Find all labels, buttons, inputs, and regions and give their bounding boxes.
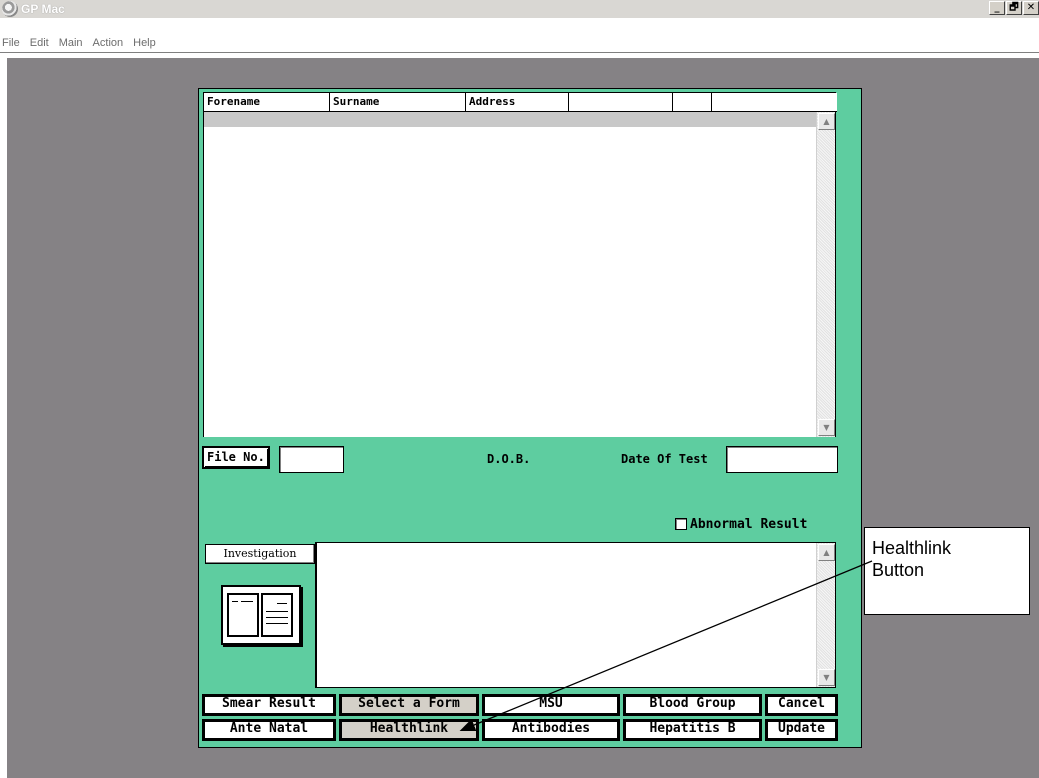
col-address[interactable]: Address: [466, 93, 569, 111]
col-4[interactable]: [569, 93, 673, 111]
mdi-edge: [0, 58, 7, 778]
minimize-button[interactable]: _: [989, 1, 1005, 15]
hepatitis-b-button[interactable]: Hepatitis B: [623, 719, 762, 741]
abnormal-result-label: Abnormal Result: [690, 517, 808, 532]
scroll-up-icon[interactable]: ▲: [818, 113, 835, 130]
investigation-button[interactable]: Investigation: [205, 544, 315, 564]
menu-help[interactable]: Help: [128, 37, 161, 49]
window-title: GP Mac: [21, 2, 65, 16]
col-6[interactable]: [712, 93, 837, 111]
antibodies-button[interactable]: Antibodies: [482, 719, 620, 741]
date-of-test-label: Date Of Test: [621, 452, 708, 466]
restore-button[interactable]: 🗗: [1006, 1, 1022, 15]
select-a-form-button[interactable]: Select a Form: [339, 694, 479, 716]
window-controls: _ 🗗 ✕: [989, 1, 1039, 15]
grid-body[interactable]: [204, 127, 817, 437]
annotation-callout: Healthlink Button: [864, 527, 1030, 615]
col-surname[interactable]: Surname: [330, 93, 466, 111]
grid-selected-row[interactable]: [204, 112, 817, 127]
menu-edit[interactable]: Edit: [25, 37, 54, 49]
title-bar: GP Mac _ 🗗 ✕: [0, 0, 1039, 18]
file-no-label: File No.: [202, 446, 270, 469]
patient-grid[interactable]: Forename Surname Address ▲ ▼: [203, 92, 837, 437]
page-line: [266, 611, 288, 612]
annotation-line-1: Healthlink: [872, 538, 952, 558]
blood-group-button[interactable]: Blood Group: [623, 694, 762, 716]
menu-divider: [0, 52, 1039, 54]
page-line: [266, 623, 288, 624]
grid-scrollbar[interactable]: ▲ ▼: [816, 112, 835, 437]
page-line: [266, 617, 288, 618]
msu-button[interactable]: MSU: [482, 694, 620, 716]
file-no-input[interactable]: [279, 446, 344, 473]
healthlink-button[interactable]: Healthlink: [339, 719, 479, 741]
page-line: [277, 603, 287, 604]
scroll-up-icon[interactable]: ▲: [818, 544, 835, 561]
cancel-button[interactable]: Cancel: [765, 694, 838, 716]
menu-file[interactable]: File: [0, 37, 25, 49]
scroll-down-icon[interactable]: ▼: [818, 669, 835, 686]
annotation-line-2: Button: [872, 560, 925, 580]
book-icon[interactable]: [221, 585, 301, 645]
investigation-notes[interactable]: ▲ ▼: [316, 542, 836, 688]
book-page-left: [227, 593, 259, 637]
app-icon: [2, 1, 18, 17]
page-line: [241, 601, 253, 602]
grid-header: Forename Surname Address: [204, 93, 837, 112]
results-form: Forename Surname Address ▲ ▼ File No. D.…: [198, 88, 862, 748]
smear-result-button[interactable]: Smear Result: [202, 694, 336, 716]
page-line: [232, 601, 238, 602]
update-button[interactable]: Update: [765, 719, 838, 741]
scroll-down-icon[interactable]: ▼: [818, 419, 835, 436]
col-forename[interactable]: Forename: [204, 93, 330, 111]
abnormal-result-checkbox[interactable]: [675, 518, 687, 530]
ante-natal-button[interactable]: Ante Natal: [202, 719, 336, 741]
close-button[interactable]: ✕: [1023, 1, 1039, 15]
menu-bar: File Edit Main Action Help: [0, 33, 1039, 53]
date-of-test-input[interactable]: [726, 446, 838, 473]
menu-main[interactable]: Main: [54, 37, 88, 49]
notes-scrollbar[interactable]: ▲ ▼: [816, 543, 835, 687]
menu-action[interactable]: Action: [88, 37, 129, 49]
investigation-panel: Investigation: [203, 542, 316, 688]
book-page-right: [261, 593, 293, 637]
col-5[interactable]: [673, 93, 712, 111]
dob-label: D.O.B.: [487, 452, 531, 466]
